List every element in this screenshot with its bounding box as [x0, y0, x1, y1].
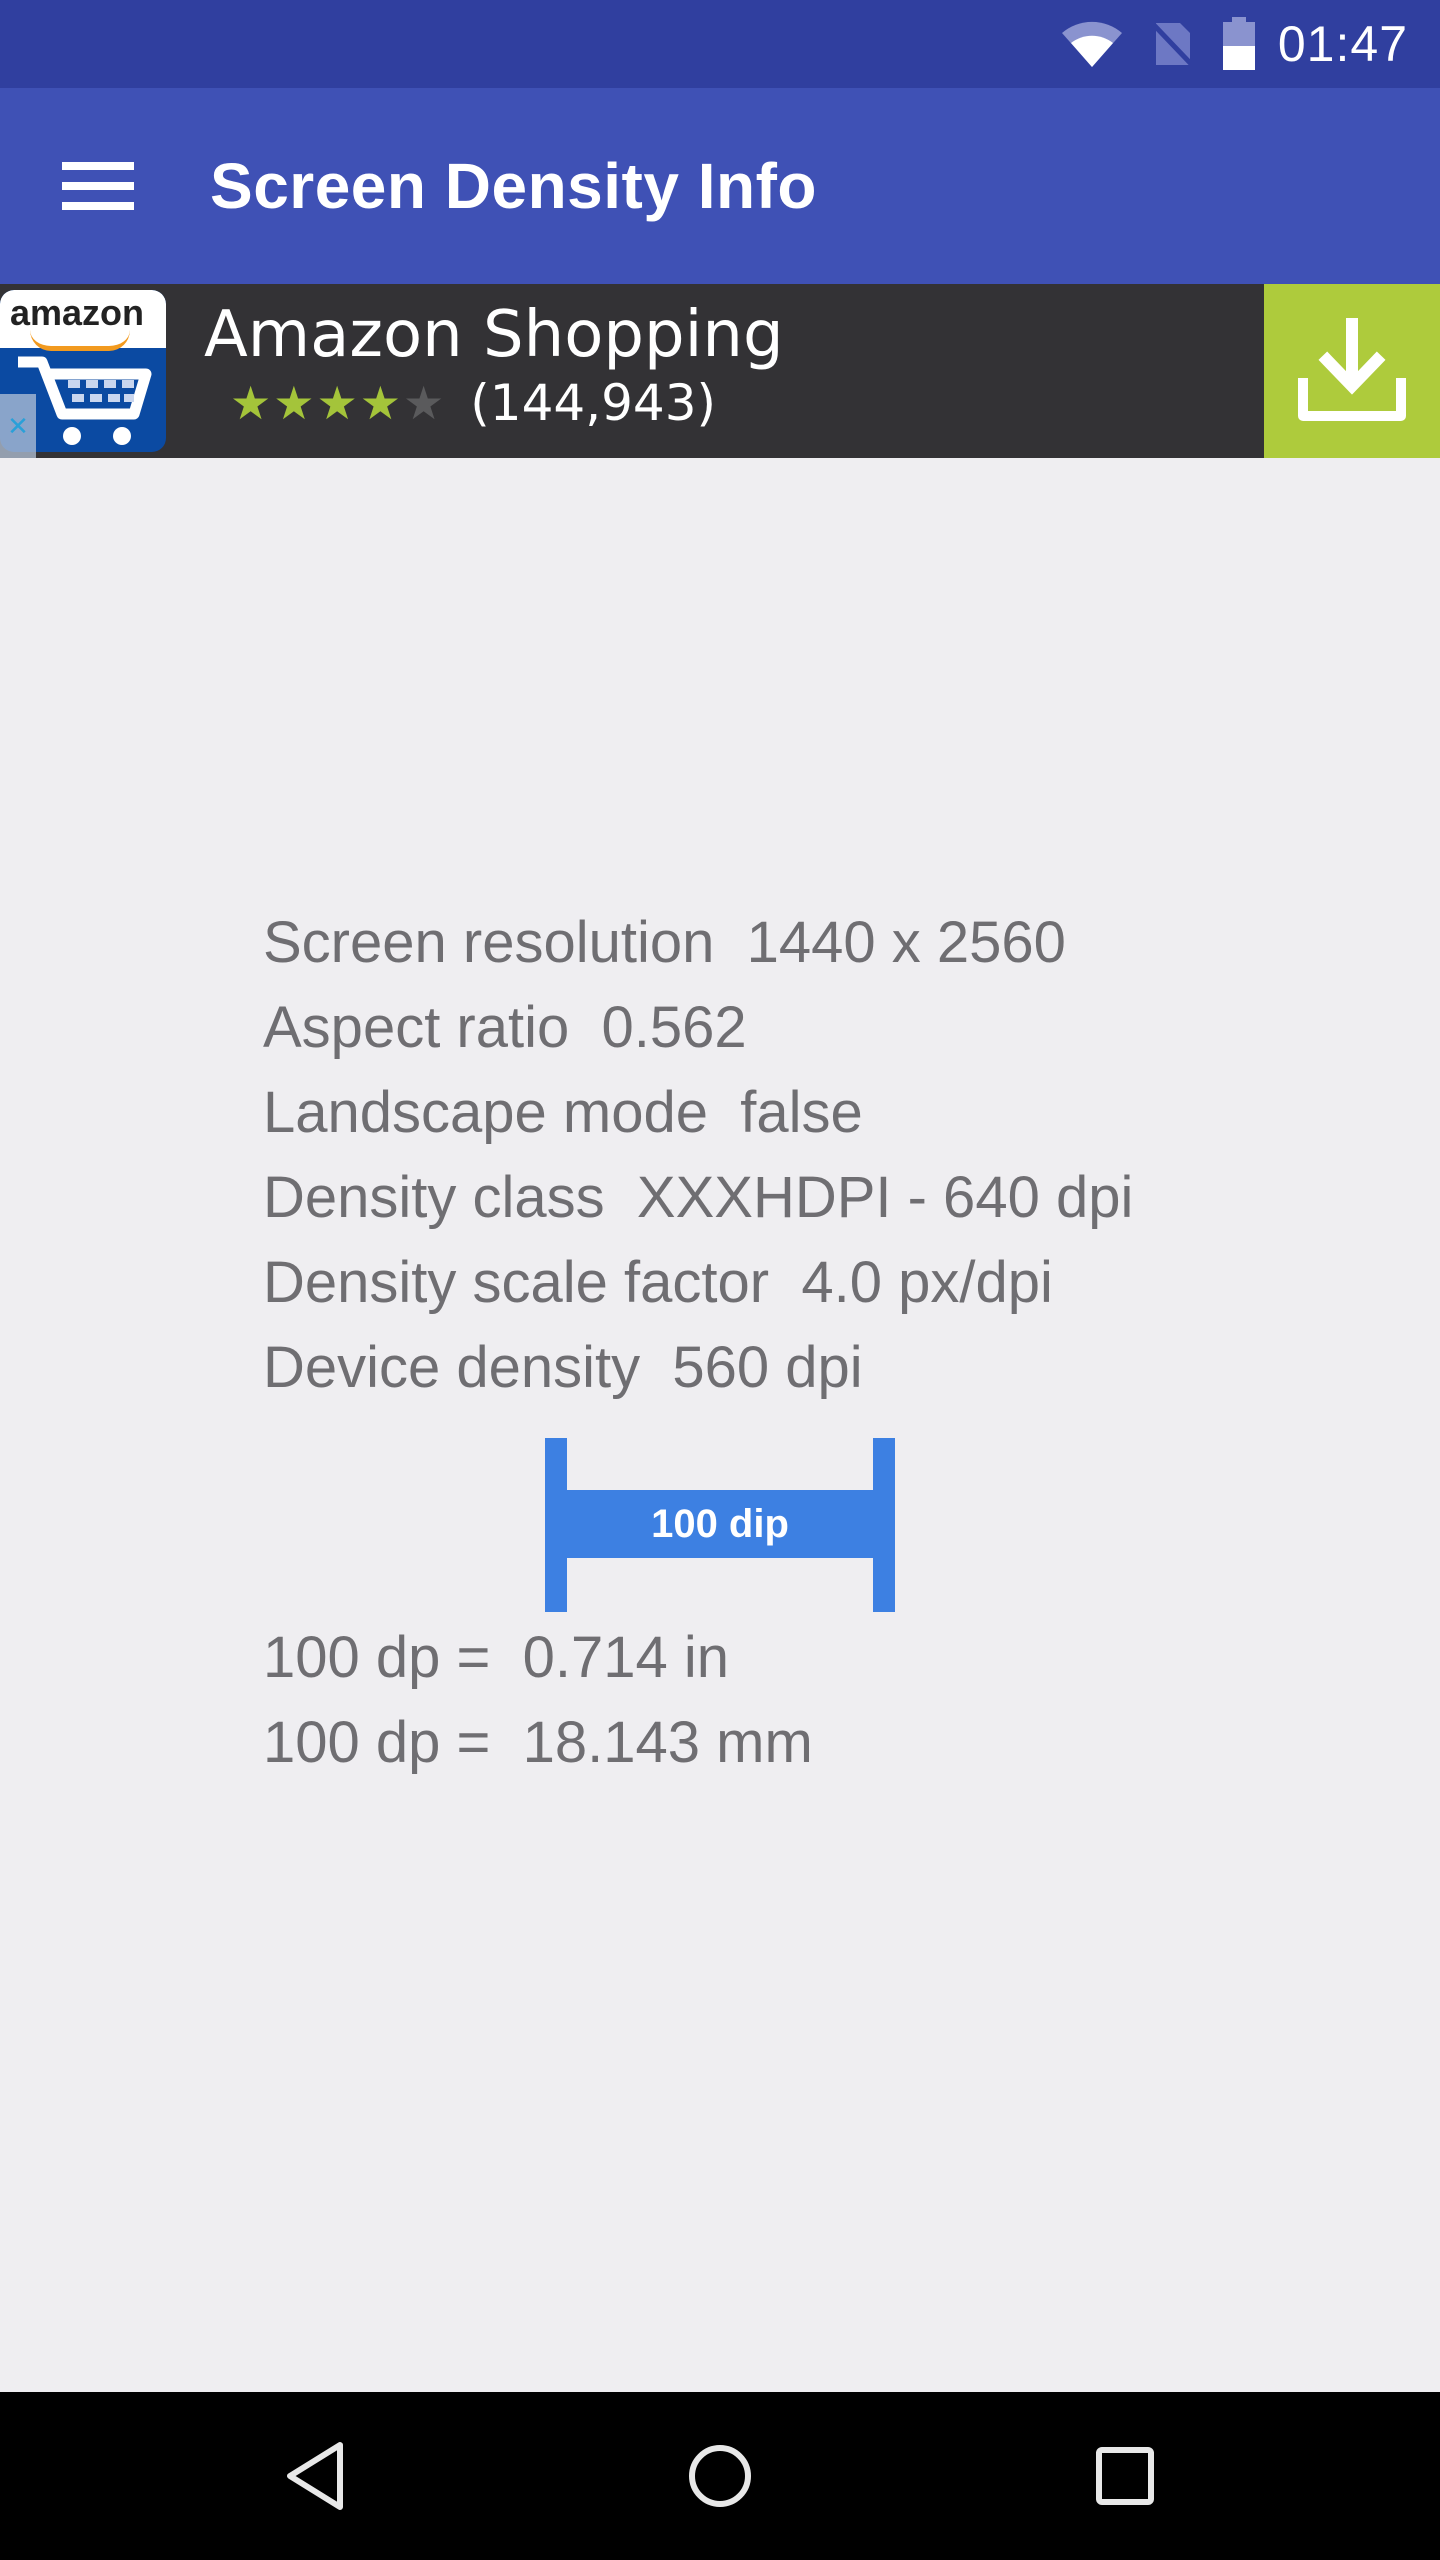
info-value: 560 dpi [672, 1335, 863, 1400]
rating-count: (144,943) [470, 374, 717, 432]
install-button[interactable] [1264, 284, 1440, 458]
ad-rating: ★ ★ ★ ★ ★ (144,943) [230, 374, 716, 432]
ruler-left-cap [545, 1438, 567, 1612]
conversion-value: 18.143 mm [522, 1710, 813, 1775]
navigation-bar [0, 2392, 1440, 2560]
info-value: XXXHDPI - 640 dpi [636, 1165, 1134, 1230]
download-icon [1298, 318, 1406, 421]
ruler-right-cap [873, 1438, 895, 1612]
recents-icon [1096, 2447, 1154, 2505]
info-row-density-class: Density class XXXHDPI - 640 dpi [263, 1155, 1133, 1240]
info-row-device-density: Device density 560 dpi [263, 1325, 1133, 1410]
info-label: Screen resolution [263, 910, 715, 975]
conversion-label: 100 dp = [263, 1625, 491, 1690]
app-title: Screen Density Info [210, 150, 817, 222]
dp-conversions: 100 dp = 0.714 in 100 dp = 18.143 mm [263, 1615, 813, 1785]
info-label: Density class [263, 1165, 605, 1230]
density-info: Screen resolution 1440 x 2560 Aspect rat… [263, 900, 1133, 1410]
info-row-landscape-mode: Landscape mode false [263, 1070, 1133, 1155]
ad-title: Amazon Shopping [204, 298, 784, 372]
ruler-label: 100 dip [651, 1501, 789, 1546]
dip-ruler: 100 dip [545, 1438, 895, 1612]
recents-button[interactable] [1085, 2436, 1165, 2516]
battery-icon [1222, 17, 1256, 71]
info-row-density-scale-factor: Density scale factor 4.0 px/dpi [263, 1240, 1133, 1325]
info-row-screen-resolution: Screen resolution 1440 x 2560 [263, 900, 1133, 985]
ad-banner[interactable]: amazon ✕ Amazon Shopping ★ ★ ★ ★ ★ (144,… [0, 284, 1440, 458]
info-value: 1440 x 2560 [746, 910, 1066, 975]
home-button[interactable] [680, 2436, 760, 2516]
wifi-icon [1060, 19, 1124, 69]
info-value: 4.0 px/dpi [801, 1250, 1053, 1315]
info-value: 0.562 [601, 995, 747, 1060]
back-button[interactable] [276, 2436, 356, 2516]
home-icon [689, 2445, 751, 2507]
star-icon: ★ [230, 377, 272, 429]
star-icon: ★ [316, 377, 358, 429]
star-icon: ★ [403, 377, 445, 429]
menu-button[interactable] [60, 156, 136, 216]
info-label: Landscape mode [263, 1080, 708, 1145]
info-label: Device density [263, 1335, 641, 1400]
no-sim-icon [1150, 19, 1196, 69]
clock: 01:47 [1277, 16, 1408, 72]
info-value: false [740, 1080, 863, 1145]
amazon-smile-icon [30, 330, 130, 351]
conversion-label: 100 dp = [263, 1710, 491, 1775]
app-bar: Screen Density Info [0, 88, 1440, 284]
adchoices-icon[interactable]: ✕ [0, 394, 36, 458]
menu-icon [62, 162, 134, 170]
star-icon: ★ [359, 377, 401, 429]
back-icon [287, 2442, 343, 2510]
info-label: Density scale factor [263, 1250, 770, 1315]
status-bar: 01:47 [0, 0, 1440, 88]
info-row-aspect-ratio: Aspect ratio 0.562 [263, 985, 1133, 1070]
logo-text: amazon [10, 292, 145, 333]
conversion-row-inches: 100 dp = 0.714 in [263, 1615, 813, 1700]
star-icon: ★ [273, 377, 315, 429]
conversion-value: 0.714 in [522, 1625, 730, 1690]
info-label: Aspect ratio [263, 995, 570, 1060]
conversion-row-mm: 100 dp = 18.143 mm [263, 1700, 813, 1785]
ruler-bar: 100 dip [567, 1490, 873, 1558]
